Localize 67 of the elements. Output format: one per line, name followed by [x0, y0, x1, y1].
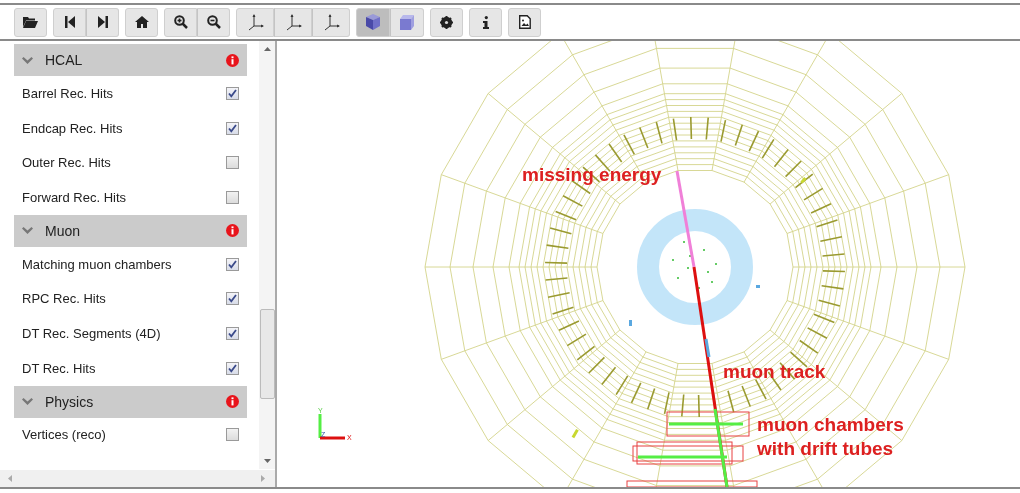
- axes-button[interactable]: [236, 7, 274, 37]
- vertical-scrollbar[interactable]: [259, 41, 275, 469]
- section-title: Physics: [45, 393, 95, 410]
- info-icon: [226, 53, 239, 67]
- section-header[interactable]: Physics: [14, 385, 247, 418]
- annotation-label: missing energy: [522, 164, 662, 185]
- layer-label: DT Rec. Hits: [22, 360, 96, 376]
- skip-first-button[interactable]: [53, 7, 86, 37]
- layer-label: Endcap Rec. Hits: [22, 120, 123, 136]
- checkbox[interactable]: [226, 428, 239, 442]
- info-icon: [482, 15, 489, 29]
- axes-button[interactable]: [312, 7, 350, 37]
- checkbox[interactable]: [226, 121, 239, 135]
- zoom-in-icon: [173, 15, 188, 29]
- cube-3d-button[interactable]: [356, 7, 390, 37]
- checkbox[interactable]: [226, 156, 239, 170]
- skip-forward-icon: [97, 16, 108, 28]
- home-icon: [134, 16, 149, 28]
- info-icon: [226, 224, 239, 238]
- settings-button[interactable]: [430, 7, 463, 37]
- axes-button[interactable]: [274, 7, 312, 37]
- hit-marker: [756, 285, 760, 288]
- hit-marker: [571, 429, 579, 439]
- zoom-out-button[interactable]: [197, 7, 230, 37]
- layer-label: Matching muon chambers: [22, 256, 172, 272]
- skip-back-icon: [64, 16, 75, 28]
- hit-markers-drawing: [672, 241, 717, 289]
- home-button[interactable]: [125, 7, 158, 37]
- checkbox[interactable]: [226, 292, 239, 306]
- zoom-out-icon: [206, 15, 221, 29]
- scroll-down-icon[interactable]: [263, 459, 271, 463]
- zoom-in-button[interactable]: [164, 7, 197, 37]
- cube-icon: [399, 13, 415, 31]
- checkbox[interactable]: [226, 257, 239, 271]
- layer-label: RPC Rec. Hits: [22, 291, 106, 307]
- chevron-down-icon: [22, 398, 33, 405]
- annotation-label: with drift tubes: [757, 438, 894, 459]
- checkbox[interactable]: [226, 361, 239, 375]
- image-file-icon: [518, 15, 531, 29]
- open-button[interactable]: [14, 7, 47, 37]
- section-header[interactable]: Muon: [14, 214, 247, 247]
- settings-icon: [440, 15, 453, 29]
- layer-label: DT Rec. Segments (4D): [22, 325, 161, 341]
- hit-marker: [800, 177, 807, 184]
- section-header[interactable]: HCAL: [14, 44, 247, 76]
- section-title: HCAL: [45, 52, 84, 68]
- section-title: Muon: [45, 222, 82, 239]
- info-icon: [226, 395, 239, 408]
- scroll-up-icon[interactable]: [263, 47, 271, 51]
- layer-label: Barrel Rec. Hits: [22, 85, 114, 101]
- hit-marker: [629, 320, 632, 326]
- folder-icon: [23, 16, 38, 28]
- scroll-thumb[interactable]: [259, 309, 275, 399]
- cube-icon: [365, 13, 381, 31]
- layer-label: Vertices (reco): [22, 427, 106, 443]
- layer-label: Forward Rec. Hits: [22, 189, 127, 205]
- chevron-down-icon: [22, 56, 33, 64]
- checkbox[interactable]: [226, 86, 239, 100]
- checkbox[interactable]: [226, 326, 239, 340]
- image-button[interactable]: [508, 7, 541, 37]
- layer-label: Outer Rec. Hits: [22, 155, 111, 171]
- cube-flat-button[interactable]: [390, 7, 424, 37]
- skip-last-button[interactable]: [86, 7, 119, 37]
- checkbox[interactable]: [226, 190, 239, 204]
- info-button[interactable]: [469, 7, 502, 37]
- chevron-down-icon: [22, 227, 33, 235]
- annotation-label: muon chambers: [757, 414, 904, 435]
